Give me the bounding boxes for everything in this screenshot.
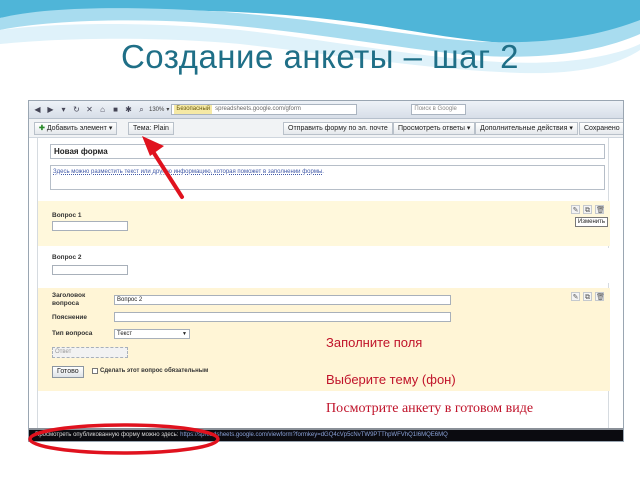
search-input[interactable]: Поиск в Google (411, 104, 467, 115)
copy-icon[interactable]: ⧉ (583, 292, 592, 301)
question-type-select[interactable]: Текст ▼ (114, 329, 190, 339)
form-title-field[interactable]: Новая форма (50, 144, 605, 159)
reload-icon[interactable]: ↻ (71, 104, 82, 115)
saved-button[interactable]: Сохранено (579, 122, 623, 135)
edit-pencil-icon[interactable]: ✎ (571, 205, 580, 214)
answer-preview: Ответ (52, 347, 128, 358)
settings-icon[interactable]: ✱ (123, 104, 134, 115)
question-header-label: Заголовок вопроса (52, 292, 86, 307)
question-1-label: Вопрос 1 (52, 212, 82, 219)
more-actions-button[interactable]: Дополнительные действия ▾ (475, 122, 578, 135)
bookmark-icon[interactable]: ■ (110, 104, 121, 115)
browser-navigation-bar: ◀ ▶ ▾ ↻ ✕ ⌂ ■ ✱ ⌕ 130% ▾ Безопасный spre… (29, 101, 623, 119)
form-description-field[interactable]: Здесь можно разместить текст или другую … (50, 165, 605, 190)
chevron-down-icon: ▾ (569, 125, 573, 132)
add-item-button[interactable]: ✚ Добавить элемент ▾ (34, 122, 118, 135)
question-1-block[interactable]: Вопрос 1 ✎ ⧉ 🗑 Изменить (38, 201, 610, 246)
published-form-link[interactable]: https://spreadsheets.google.com/viewform… (180, 432, 448, 438)
question-editor-block: Заголовок вопроса Вопрос 2 Пояснение Тип… (38, 288, 610, 391)
url-text: spreadsheets.google.com/gform (215, 106, 301, 112)
home-icon[interactable]: ⌂ (97, 104, 108, 115)
dropdown-icon[interactable]: ▾ (58, 104, 69, 115)
question-1-answer[interactable] (52, 221, 128, 231)
back-icon[interactable]: ◀ (32, 104, 43, 115)
theme-button[interactable]: Тема: Plain (128, 122, 174, 135)
status-text: Просмотреть опубликованную форму можно з… (35, 432, 179, 438)
chevron-down-icon: ▾ (108, 125, 113, 132)
question-2-answer[interactable] (52, 265, 128, 275)
question-2-block[interactable]: Вопрос 2 (38, 248, 610, 283)
note-view-ready: Посмотрите анкету в готовом виде (326, 401, 534, 416)
form-toolbar: ✚ Добавить элемент ▾ Тема: Plain Отправи… (29, 119, 623, 138)
question-2-label: Вопрос 2 (52, 254, 82, 261)
send-form-button[interactable]: Отправить форму по эл. почте (283, 122, 393, 135)
edit-pencil-icon[interactable]: ✎ (571, 292, 580, 301)
published-form-status-bar: Просмотреть опубликованную форму можно з… (29, 430, 623, 441)
forward-icon[interactable]: ▶ (45, 104, 56, 115)
note-fill-fields: Заполните поля (326, 335, 423, 350)
copy-icon[interactable]: ⧉ (583, 205, 592, 214)
question-1-actions: ✎ ⧉ 🗑 (571, 205, 605, 214)
trash-icon[interactable]: 🗑 (595, 292, 605, 301)
trash-icon[interactable]: 🗑 (595, 205, 605, 214)
form-description-text: Здесь можно разместить текст или другую … (53, 169, 324, 175)
question-header-input[interactable]: Вопрос 2 (114, 295, 451, 305)
question-hint-label: Пояснение (52, 314, 88, 321)
plus-icon: ✚ (39, 125, 45, 132)
form-editor: Новая форма Здесь можно разместить текст… (37, 138, 610, 430)
slide-title: Создание анкеты – шаг 2 (120, 38, 520, 75)
required-toggle[interactable]: Сделать этот вопрос обязательным (92, 368, 208, 374)
question-hint-input[interactable] (114, 312, 451, 322)
address-bar[interactable]: Безопасный spreadsheets.google.com/gform (171, 104, 358, 115)
zoom-level[interactable]: 130% (149, 107, 164, 113)
browser-screenshot: ◀ ▶ ▾ ↻ ✕ ⌂ ■ ✱ ⌕ 130% ▾ Безопасный spre… (28, 100, 624, 442)
done-button[interactable]: Готово (52, 366, 84, 378)
zoom-dropdown-icon[interactable]: ▾ (166, 106, 169, 113)
stop-icon[interactable]: ✕ (84, 104, 95, 115)
question-editor-actions: ✎ ⧉ 🗑 (571, 292, 605, 301)
note-choose-theme: Выберите тему (фон) (326, 372, 456, 387)
view-responses-button[interactable]: Просмотреть ответы ▾ (393, 122, 476, 135)
chevron-down-icon: ▾ (466, 125, 471, 132)
question-type-label: Тип вопроса (52, 330, 93, 337)
chevron-down-icon: ▼ (182, 331, 187, 337)
required-label: Сделать этот вопрос обязательным (100, 368, 209, 374)
edit-tooltip: Изменить (574, 217, 608, 227)
secure-badge: Безопасный (174, 105, 213, 114)
search-icon[interactable]: ⌕ (136, 104, 147, 115)
required-checkbox[interactable] (92, 368, 98, 374)
